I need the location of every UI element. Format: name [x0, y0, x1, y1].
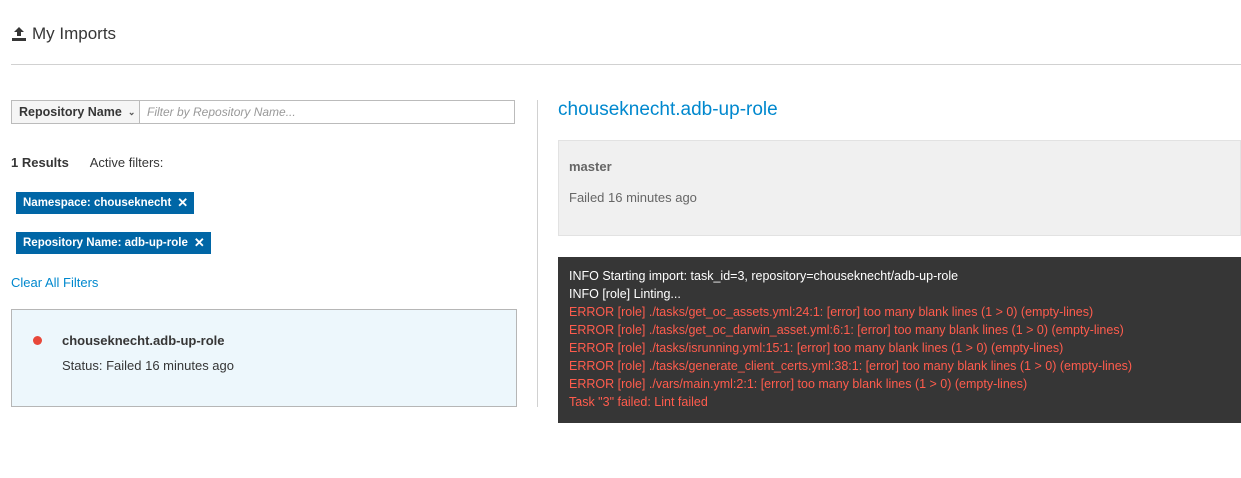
filter-chip-namespace: Namespace: chouseknecht ✕	[16, 192, 195, 214]
active-filters-label: Active filters:	[89, 155, 164, 170]
repository-title[interactable]: chouseknecht.adb-up-role	[558, 99, 778, 121]
panel-divider	[537, 100, 538, 407]
import-summary-box: master Failed 16 minutes ago	[558, 140, 1241, 236]
filter-toolbar: Repository Name ⌄	[11, 100, 515, 124]
log-line: ERROR [role] ./tasks/isrunning.yml:15:1:…	[569, 341, 1064, 355]
filter-chip-repository: Repository Name: adb-up-role ✕	[16, 232, 211, 254]
import-list-item[interactable]: chouseknecht.adb-up-role Status: Failed …	[11, 309, 517, 407]
log-line: ERROR [role] ./tasks/get_oc_darwin_asset…	[569, 323, 1124, 337]
filter-input[interactable]	[140, 101, 514, 123]
clear-all-filters-link[interactable]: Clear All Filters	[11, 275, 98, 290]
import-time: Failed 16 minutes ago	[569, 190, 697, 205]
filter-field-dropdown[interactable]: Repository Name ⌄	[12, 101, 140, 123]
filter-field-label: Repository Name	[19, 105, 122, 119]
header-divider	[11, 64, 1241, 65]
log-line: Task "3" failed: Lint failed	[569, 395, 708, 409]
page-title: My Imports	[32, 24, 117, 43]
log-line: INFO Starting import: task_id=3, reposit…	[569, 269, 959, 283]
log-line: ERROR [role] ./tasks/generate_client_cer…	[569, 359, 1133, 373]
log-line: ERROR [role] ./tasks/get_oc_assets.yml:2…	[569, 305, 1094, 319]
import-status: Status: Failed 16 minutes ago	[62, 358, 234, 373]
close-icon[interactable]: ✕	[194, 235, 205, 251]
import-name: chouseknecht.adb-up-role	[62, 333, 225, 348]
close-icon[interactable]: ✕	[177, 195, 188, 211]
import-log: INFO Starting import: task_id=3, reposit…	[558, 257, 1241, 423]
failed-status-icon	[33, 336, 42, 345]
results-summary: 1 Results Active filters:	[11, 155, 163, 170]
filter-chip-label: Repository Name: adb-up-role	[23, 237, 188, 249]
results-count: 1 Results	[11, 155, 69, 170]
filter-chip-label: Namespace: chouseknecht	[23, 197, 172, 209]
page-header: My Imports	[11, 24, 116, 44]
branch-name: master	[569, 159, 612, 174]
chevron-down-icon: ⌄	[127, 106, 136, 117]
log-line: ERROR [role] ./vars/main.yml:2:1: [error…	[569, 377, 1028, 391]
log-line: INFO [role] Linting...	[569, 287, 681, 301]
upload-icon	[12, 27, 26, 41]
